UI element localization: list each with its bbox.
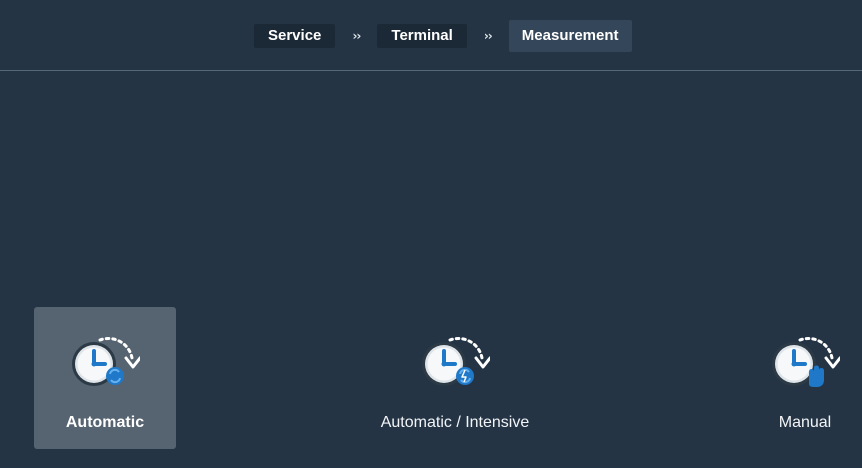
measurement-screen: Service ›› Terminal ›› Measurement Autom… (0, 0, 862, 470)
clock-automatic-intensive-icon (422, 336, 490, 386)
breadcrumb-measurement[interactable]: Measurement (508, 20, 632, 52)
breadcrumb-service[interactable]: Service (254, 24, 336, 48)
mode-manual-button[interactable]: Manual (734, 307, 862, 449)
breadcrumb-terminal[interactable]: Terminal (377, 24, 467, 48)
breadcrumb-separator-icon: ›› (352, 29, 361, 43)
mode-automatic-label: Automatic (65, 414, 145, 431)
mode-automatic-intensive-label: Automatic / Intensive (380, 414, 530, 431)
clock-automatic-icon (72, 336, 140, 386)
clock-manual-icon (772, 336, 840, 387)
mode-manual-label: Manual (778, 414, 832, 431)
breadcrumb-separator-icon: ›› (483, 29, 493, 43)
mode-automatic-button[interactable]: Automatic (34, 307, 176, 449)
breadcrumb: Service ›› Terminal ›› Measurement (254, 20, 632, 52)
mode-automatic-intensive-button[interactable]: Automatic / Intensive (381, 307, 529, 449)
top-bar: Service ›› Terminal ›› Measurement (0, 0, 862, 71)
